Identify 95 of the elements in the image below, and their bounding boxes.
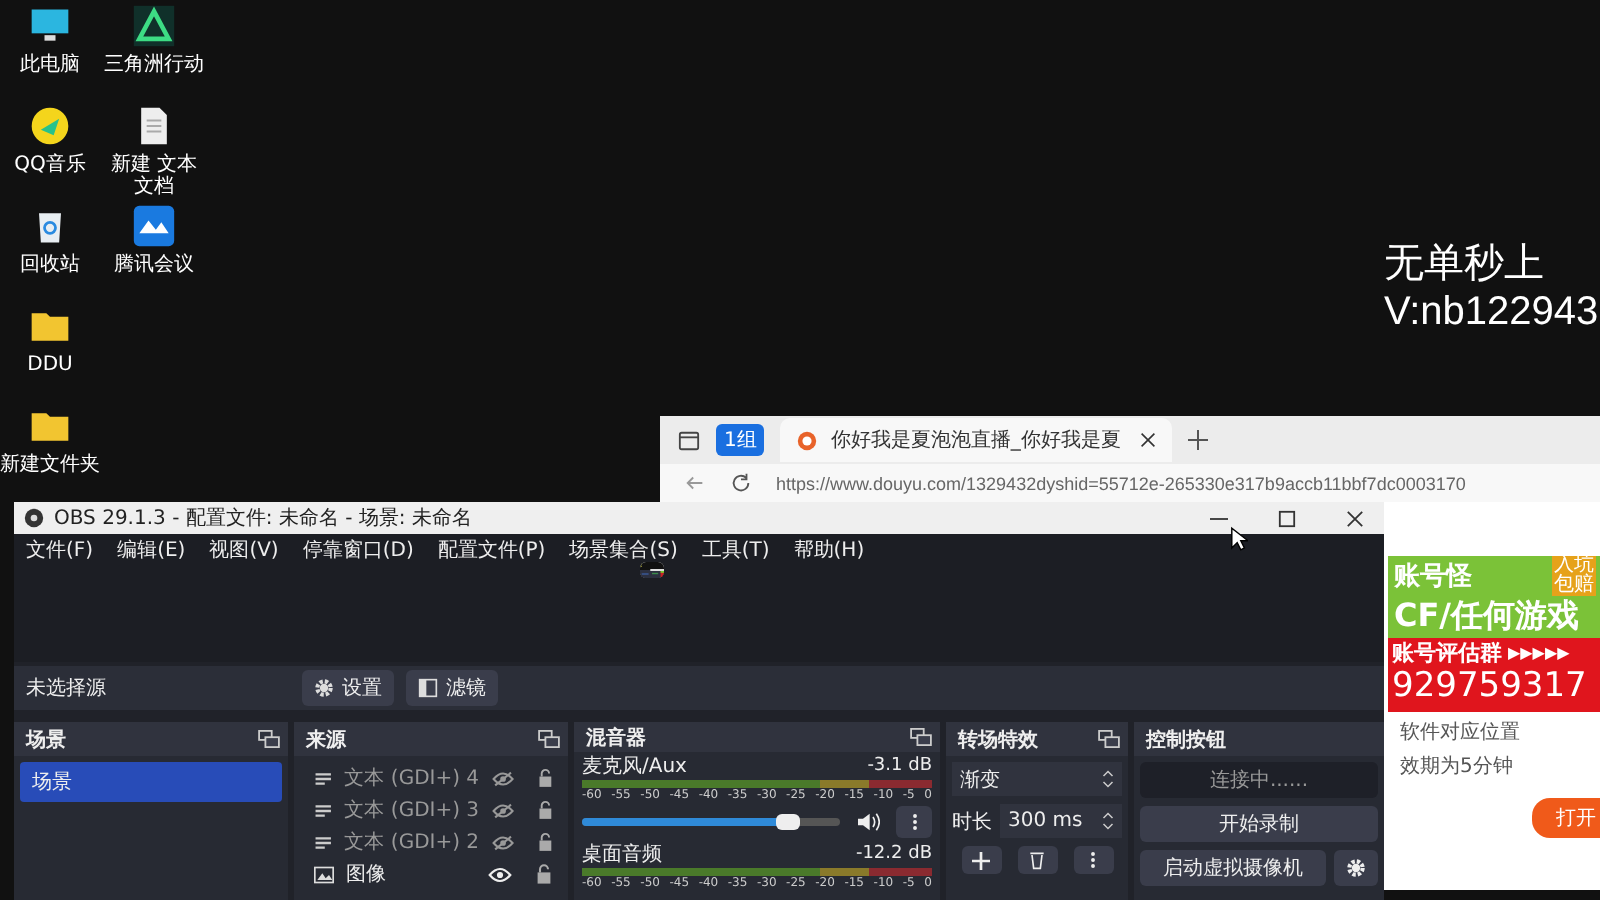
undock-icon[interactable] [538,730,560,748]
up-down-arrows-icon [1102,812,1114,830]
menu-item[interactable]: 文件(F) [26,536,94,564]
trash-icon [1028,850,1046,870]
menu-item[interactable]: 视图(V) [209,536,279,564]
lock-icon[interactable] [537,832,553,852]
undock-icon[interactable] [1098,730,1120,748]
hidden-eye-icon[interactable] [491,833,514,851]
duration-field[interactable]: 300 ms [1000,804,1122,838]
panel-title: 转场特效 [958,727,1038,753]
speaker-icon[interactable] [856,812,880,832]
menu-item[interactable]: 工具(T) [701,536,770,564]
close-tab-icon[interactable] [1140,432,1157,448]
tab-group-label[interactable]: 1组 [716,424,765,456]
ad-number: 929759317 [1392,668,1589,706]
panel-title: 来源 [306,727,346,753]
app-logo-icon [24,508,44,528]
source-item[interactable]: 文本 (GDI+) 2 [344,828,480,856]
lock-icon[interactable] [537,800,553,820]
mouse-cursor [1230,526,1248,552]
source-item[interactable]: 文本 (GDI+) 3 [344,796,480,824]
duration-label: 时长 [952,809,992,835]
back-icon[interactable] [684,472,706,494]
music-app-icon[interactable] [28,104,72,148]
desktop-icon-label[interactable]: 新建 文本文档 [104,154,204,198]
virtual-camera-button[interactable]: 启动虚拟摄像机 [1140,850,1326,886]
scene-item[interactable]: 场景 [20,762,282,802]
triangle-app-icon[interactable] [132,4,176,48]
ad-headline: CF/任何游戏 [1392,596,1582,638]
text-source-icon [314,801,333,819]
more-button[interactable] [1073,846,1113,874]
properties-button[interactable]: 设置 [302,670,394,706]
text-source-icon [314,769,333,787]
ad-brand-text: 账号怪 [1394,560,1472,594]
gear-icon [314,678,334,698]
more-icon [1090,850,1096,870]
page-text: 软件对应位置 [1400,719,1520,746]
panel-title: 场景 [26,727,66,753]
desktop-icon-label[interactable]: DDU [0,354,100,376]
tab-actions-icon[interactable] [678,429,700,451]
menu-item[interactable]: 编辑(E) [117,536,186,564]
overlay-text: 无单秒上 [1384,240,1546,288]
menu-item[interactable]: 停靠窗口(D) [302,536,414,564]
browser-tab[interactable]: 你好我是夏泡泡直播_你好我是夏 [780,418,1173,462]
filter-icon [418,678,438,698]
reload-icon[interactable] [730,472,752,494]
site-icon [796,429,819,451]
no-source-label: 未选择源 [26,675,108,702]
new-tab-icon[interactable] [1188,430,1209,450]
settings-button[interactable] [1334,850,1378,886]
delete-button[interactable] [1017,846,1057,874]
plus-icon [972,851,990,869]
hidden-eye-icon[interactable] [491,769,514,787]
gear-icon [1346,858,1366,878]
menu-item[interactable]: 配置文件(P) [437,536,546,564]
volume-reading: -12.2 dB [855,844,932,866]
up-down-arrows-icon [1102,770,1114,788]
desktop-icon-label[interactable]: QQ音乐 [0,154,100,176]
maximize-icon[interactable] [1278,509,1296,527]
panel-title: 混音器 [586,724,646,751]
more-icon [911,812,917,832]
undock-icon[interactable] [258,730,280,748]
overlay-text: V:nb122943 [1384,288,1599,336]
more-button[interactable] [896,806,932,838]
lock-icon[interactable] [536,864,552,884]
close-icon[interactable] [1346,509,1364,527]
undock-icon[interactable] [910,728,932,746]
menu-item[interactable]: 帮助(H) [793,536,865,564]
page-text: 效期为5分钟 [1400,753,1513,780]
source-item[interactable]: 文本 (GDI+) 4 [344,764,480,792]
text-source-icon [314,833,333,851]
volume-reading: -3.1 dB [867,756,932,778]
lock-icon[interactable] [537,768,553,788]
ad-group-text: 账号评估群 [1392,638,1502,668]
desktop-icon-label[interactable]: 腾讯会议 [104,254,204,276]
image-icon [314,865,334,883]
filters-button[interactable]: 滤镜 [406,670,498,706]
add-button[interactable] [961,846,1001,874]
source-item[interactable]: 图像 [346,860,476,888]
menu-item[interactable]: 场景集合(S) [569,536,678,564]
volume-slider[interactable] [582,818,840,826]
hidden-eye-icon[interactable] [491,801,514,819]
channel-name: 麦克风/Aux [582,756,687,778]
cloud-app-icon[interactable] [132,204,176,248]
desktop-icon-label[interactable]: 三角洲行动 [104,54,204,76]
desktop-icon-label[interactable]: 新建文件夹 [0,454,100,476]
desktop-icon-label[interactable]: 回收站 [0,254,100,276]
eye-icon[interactable] [488,865,512,883]
desktop-icon-label[interactable]: 此电脑 [0,54,100,76]
record-button[interactable]: 开始录制 [1140,806,1378,842]
panel-title: 控制按钮 [1146,727,1226,753]
transition-dropdown[interactable]: 渐变 [952,762,1122,796]
window-title: OBS 29.1.3 - 配置文件: 未命名 - 场景: 未命名 [54,505,472,532]
channel-name: 桌面音频 [582,844,662,866]
ad-arrows: ▶▶▶▶▶ [1508,644,1570,662]
